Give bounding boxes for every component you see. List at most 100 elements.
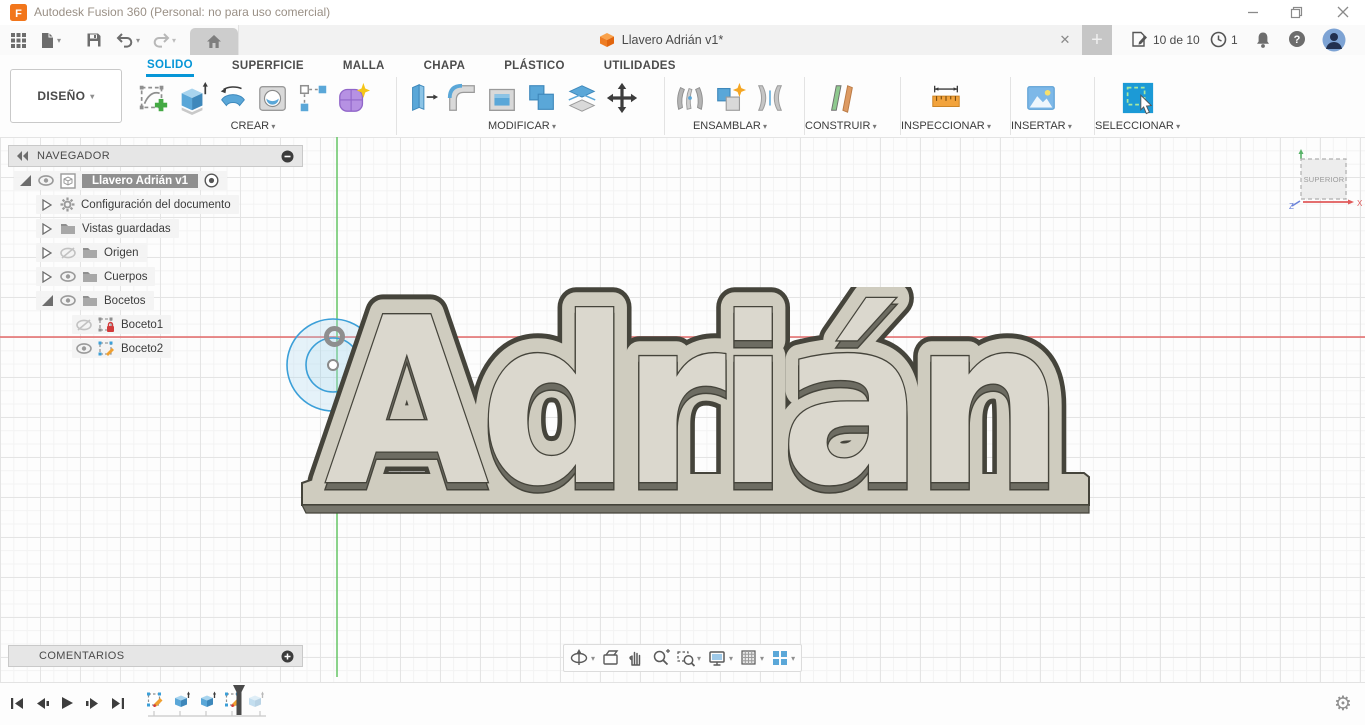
tab-chapa[interactable]: CHAPA [423,57,467,75]
navigator-header[interactable]: NAVEGADOR [8,145,303,167]
display-settings-button[interactable]: ▾ [708,649,733,667]
notifications-button[interactable] [1255,31,1271,49]
tree-item-label[interactable]: Boceto1 [121,319,163,331]
minimize-button[interactable] [1245,4,1261,20]
data-panel-home-button[interactable] [190,28,238,55]
tab-solido[interactable]: SOLIDO [146,56,194,77]
visibility-eye-icon[interactable] [60,271,76,282]
tree-row-named-views[interactable]: Vistas guardadas [36,219,179,238]
add-comment-icon[interactable] [281,650,294,663]
joint-button[interactable] [671,78,709,118]
tree-row-bodies[interactable]: Cuerpos [36,267,156,286]
tab-plastico[interactable]: PLÁSTICO [503,57,566,75]
tree-row-boceto1[interactable]: Boceto1 [72,315,172,334]
press-pull-button[interactable] [403,78,441,118]
visibility-eye-icon[interactable] [76,343,92,354]
viewcube[interactable]: SUPERIOR X Z [1288,149,1362,213]
comments-header[interactable]: COMENTARIOS [8,645,303,667]
file-menu-button[interactable]: ▾ [40,31,61,49]
tree-row-origin[interactable]: Origen [36,243,147,262]
extrude-button[interactable] [174,78,212,118]
tab-malla[interactable]: MALLA [342,57,386,75]
timeline-step-back-button[interactable] [31,693,53,713]
activate-component-radio-icon[interactable] [204,173,219,188]
pan-button[interactable] [627,649,645,667]
create-form-button[interactable] [334,78,372,118]
viewport-canvas[interactable]: Adrián Adrián Adrián Adrián SUPERIOR X Z… [0,137,1365,682]
expand-closed-icon[interactable] [42,198,52,211]
look-at-button[interactable] [602,649,620,667]
model-letter-faces[interactable]: Adrián [324,287,1066,527]
app-grid-menu-button[interactable] [10,31,27,49]
tree-item-label[interactable]: Cuerpos [104,271,147,283]
group-label-ensamblar[interactable]: ENSAMBLAR [693,120,767,132]
fillet-button[interactable] [443,78,481,118]
hole-button[interactable] [254,78,292,118]
shell-button[interactable] [483,78,521,118]
timeline-feature-suppressed-extrude[interactable] [244,689,266,711]
help-button[interactable]: ? [1288,30,1306,48]
expand-closed-icon[interactable] [42,246,52,259]
visibility-eye-icon[interactable] [38,175,54,186]
tab-superficie[interactable]: SUPERFICIE [231,57,305,75]
group-label-construir[interactable]: CONSTRUIR [805,120,877,132]
close-button[interactable] [1335,4,1351,20]
save-status-indicator[interactable]: 10 de 10 [1131,31,1200,48]
timeline-go-to-end-button[interactable] [106,693,128,713]
visibility-eye-icon[interactable] [60,295,76,306]
tree-item-label[interactable]: Vistas guardadas [82,223,171,235]
group-label-seleccionar[interactable]: SELECCIONAR [1095,120,1180,132]
timeline-feature-extrude2[interactable] [196,689,218,711]
undo-button[interactable]: ▾ [116,31,140,49]
save-button[interactable] [86,31,102,49]
workspace-selector[interactable]: DISEÑO ▾ [10,69,122,123]
new-tab-button[interactable]: + [1082,25,1112,55]
redo-button[interactable]: ▾ [152,31,176,49]
move-copy-button[interactable] [603,78,641,118]
timeline-play-button[interactable] [56,693,78,713]
tree-row-root[interactable]: Llavero Adrián v1 [14,171,228,190]
expand-closed-icon[interactable] [42,222,52,235]
model-adrian-keychain[interactable]: Adrián Adrián Adrián Adrián [288,287,1112,527]
timeline-settings-gear-icon[interactable]: ⚙ [1334,691,1352,716]
timeline-feature-extrude1[interactable] [170,689,192,711]
new-component-button[interactable] [711,78,749,118]
tree-item-label[interactable]: Bocetos [104,295,146,307]
user-avatar[interactable] [1322,28,1346,52]
grid-snap-button[interactable]: ▾ [740,649,764,667]
joint-origin-button[interactable] [751,78,789,118]
tree-item-label[interactable]: Boceto2 [121,343,163,355]
visibility-off-icon[interactable] [76,318,92,331]
document-tab[interactable]: Llavero Adrián v1* ✕ [238,25,1083,55]
collapse-tree-icon[interactable] [281,150,294,163]
document-tab-close-button[interactable]: ✕ [1057,32,1073,48]
measure-button[interactable] [927,78,965,118]
job-status-indicator[interactable]: 1 [1210,31,1238,48]
revolve-button[interactable] [214,78,252,118]
combine-button[interactable] [523,78,561,118]
tree-row-sketches[interactable]: Bocetos [36,291,154,310]
visibility-off-icon[interactable] [60,246,76,259]
orbit-button[interactable]: ▾ [570,649,595,667]
fit-zoom-window-button[interactable]: ▾ [677,649,701,667]
tree-item-label[interactable]: Llavero Adrián v1 [82,173,199,188]
zoom-button[interactable] [652,649,671,667]
timeline-feature-sketch1[interactable] [144,689,166,711]
expand-open-icon[interactable] [19,174,32,187]
group-label-insertar[interactable]: INSERTAR [1011,120,1072,132]
tree-item-label[interactable]: Origen [104,247,139,259]
group-label-crear[interactable]: CREAR [231,120,276,132]
viewports-button[interactable]: ▾ [771,649,795,667]
select-button[interactable] [1119,78,1157,118]
pattern-button[interactable] [294,78,332,118]
restore-button[interactable] [1288,4,1304,20]
insert-canvas-button[interactable] [1022,78,1060,118]
construction-plane-button[interactable] [822,78,860,118]
tab-utilidades[interactable]: UTILIDADES [603,57,677,75]
group-label-modificar[interactable]: MODIFICAR [488,120,556,132]
tree-item-label[interactable]: Configuración del documento [81,199,231,211]
tree-row-boceto2[interactable]: Boceto2 [72,339,172,358]
timeline-step-forward-button[interactable] [81,693,103,713]
expand-open-icon[interactable] [41,294,54,307]
create-sketch-button[interactable] [134,78,172,118]
